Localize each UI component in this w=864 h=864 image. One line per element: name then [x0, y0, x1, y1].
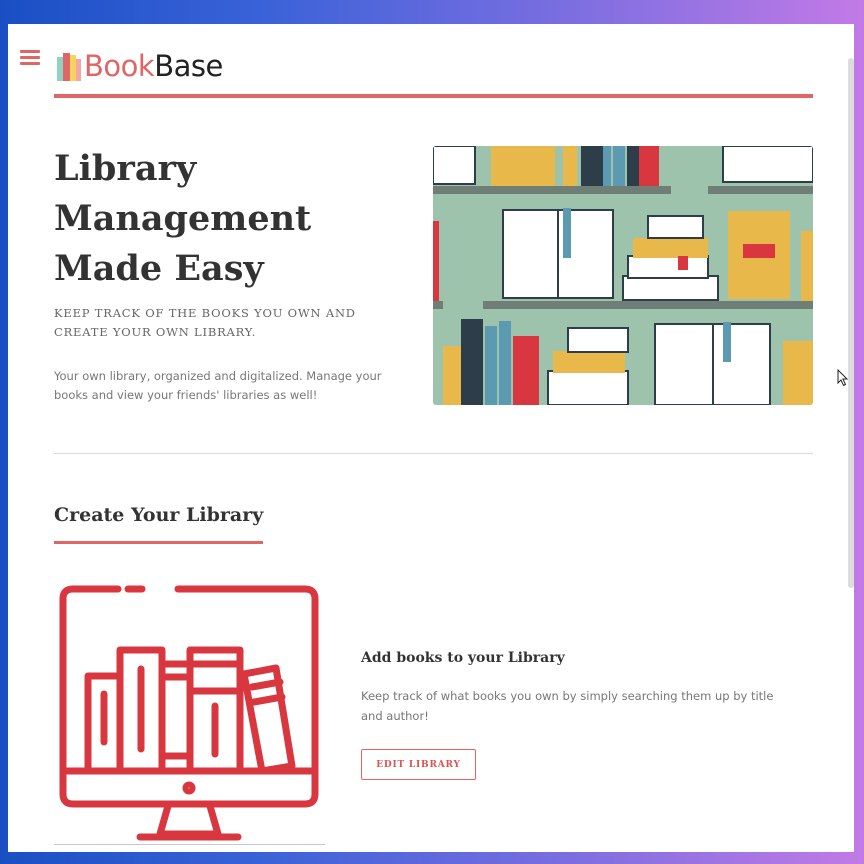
feature-divider	[54, 844, 325, 845]
header-divider	[54, 94, 813, 98]
brand-name-part1: Book	[84, 49, 155, 83]
brand-logo[interactable]: BookBase	[56, 48, 223, 84]
section-title: Create Your Library	[54, 504, 264, 526]
hero-title-line: Library	[54, 148, 197, 189]
hero-subtitle: KEEP TRACK OF THE BOOKS YOU OWN AND CREA…	[54, 306, 356, 339]
feature-title: Add books to your Library	[361, 650, 565, 666]
hero-title-line: Made Easy	[54, 248, 264, 289]
browser-page: BookBase Library Management Made Easy KE…	[8, 24, 854, 852]
brand-name-part2: Base	[154, 49, 223, 83]
brand-name: BookBase	[84, 49, 223, 83]
hero-title: Library Management Made Easy	[54, 144, 384, 294]
books-logo-icon	[57, 53, 81, 81]
bookshelf-illustration	[433, 146, 813, 405]
section-title-underline	[54, 541, 263, 544]
hero-description: Your own library, organized and digitali…	[54, 369, 382, 402]
scrollbar[interactable]	[848, 58, 854, 588]
edit-library-button[interactable]: EDIT LIBRARY	[361, 749, 476, 780]
section-divider	[54, 453, 813, 454]
monitor-books-icon	[59, 585, 319, 841]
hero-title-line: Management	[54, 198, 312, 239]
feature-description: Keep track of what books you own by simp…	[361, 689, 774, 723]
hamburger-menu-icon[interactable]	[20, 50, 40, 66]
